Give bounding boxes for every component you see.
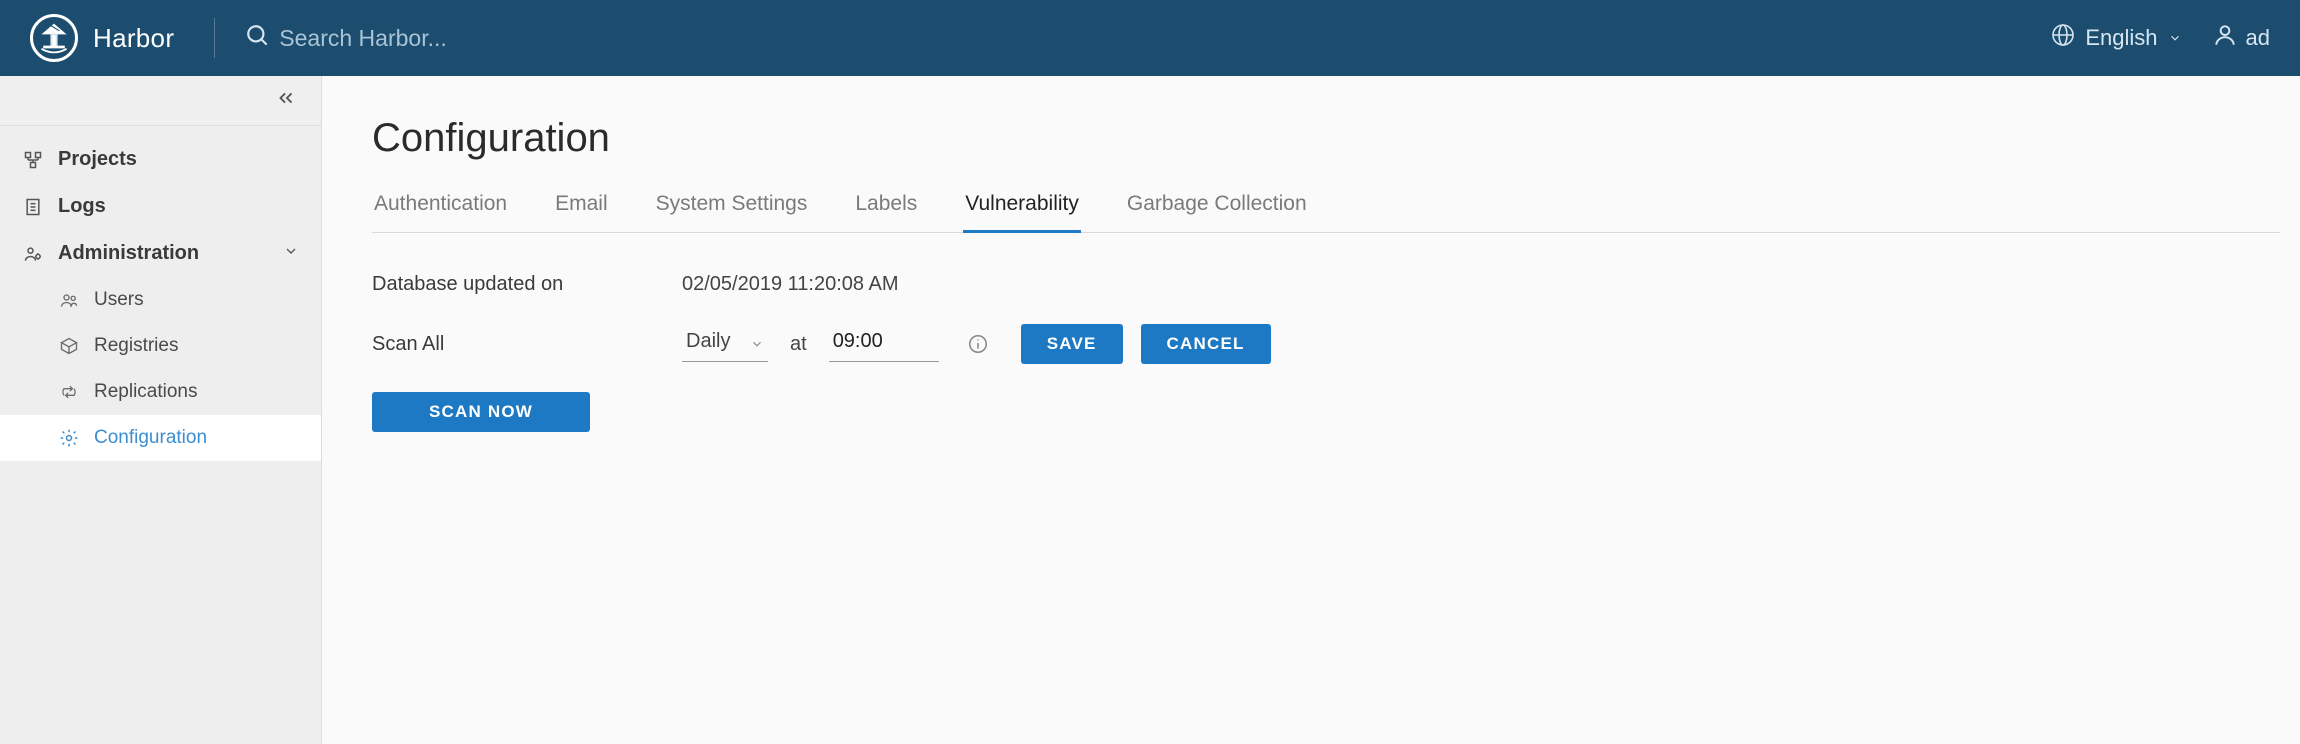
language-selector[interactable]: English <box>2051 23 2181 53</box>
globe-icon <box>2051 23 2075 53</box>
save-button[interactable]: SAVE <box>1021 324 1123 364</box>
sidebar-item-label: Administration <box>58 242 199 265</box>
tab-authentication[interactable]: Authentication <box>372 186 509 232</box>
double-chevron-left-icon <box>275 87 297 114</box>
tab-labels[interactable]: Labels <box>853 186 919 232</box>
info-icon[interactable] <box>967 333 989 355</box>
app-header: Harbor English ad <box>0 0 2300 76</box>
sidebar: Projects Logs Administration <box>0 76 322 744</box>
header-separator <box>214 18 215 58</box>
db-updated-label: Database updated on <box>372 273 682 296</box>
sidebar-item-users[interactable]: Users <box>0 277 321 323</box>
user-icon <box>2212 22 2238 54</box>
chevron-down-icon <box>2168 25 2182 51</box>
sidebar-item-label: Configuration <box>94 427 207 449</box>
tab-system-settings[interactable]: System Settings <box>654 186 810 232</box>
sidebar-item-label: Logs <box>58 195 106 218</box>
search-input[interactable] <box>279 25 779 52</box>
frequency-select[interactable] <box>682 326 768 362</box>
user-label: ad <box>2246 25 2270 51</box>
db-updated-row: Database updated on 02/05/2019 11:20:08 … <box>372 273 2300 296</box>
db-updated-value: 02/05/2019 11:20:08 AM <box>682 273 898 296</box>
tab-email[interactable]: Email <box>553 186 610 232</box>
scan-all-row: Scan All at <box>372 324 2300 364</box>
config-tabs: Authentication Email System Settings Lab… <box>372 186 2280 233</box>
sidebar-item-configuration[interactable]: Configuration <box>0 415 321 461</box>
language-label: English <box>2085 25 2157 51</box>
brand-name: Harbor <box>93 23 174 54</box>
registries-icon <box>58 336 80 356</box>
cancel-button[interactable]: CANCEL <box>1141 324 1271 364</box>
replications-icon <box>58 382 80 402</box>
sidebar-item-label: Replications <box>94 381 198 403</box>
sidebar-item-label: Users <box>94 289 144 311</box>
sidebar-item-label: Projects <box>58 148 137 171</box>
sidebar-item-registries[interactable]: Registries <box>0 323 321 369</box>
sidebar-collapse-toggle[interactable] <box>0 76 321 126</box>
gear-icon <box>58 428 80 448</box>
search-icon <box>245 23 271 54</box>
administration-icon <box>22 244 44 264</box>
logs-icon <box>22 197 44 217</box>
time-input[interactable] <box>829 326 939 362</box>
user-menu[interactable]: ad <box>2212 22 2270 54</box>
users-icon <box>58 290 80 310</box>
scan-all-label: Scan All <box>372 333 682 356</box>
page-title: Configuration <box>372 116 2300 161</box>
tab-vulnerability[interactable]: Vulnerability <box>963 186 1081 233</box>
scan-now-button[interactable]: SCAN NOW <box>372 392 590 432</box>
sidebar-item-logs[interactable]: Logs <box>0 183 321 230</box>
sidebar-item-replications[interactable]: Replications <box>0 369 321 415</box>
projects-icon <box>22 150 44 170</box>
sidebar-item-label: Registries <box>94 335 178 357</box>
chevron-down-icon <box>283 242 299 265</box>
tab-garbage-collection[interactable]: Garbage Collection <box>1125 186 1309 232</box>
harbor-logo-icon <box>30 14 78 62</box>
sidebar-item-projects[interactable]: Projects <box>0 136 321 183</box>
global-search[interactable] <box>245 23 1148 54</box>
brand-block[interactable]: Harbor <box>30 14 174 62</box>
at-label: at <box>790 333 807 356</box>
main-content: Configuration Authentication Email Syste… <box>322 76 2300 744</box>
sidebar-item-administration[interactable]: Administration <box>0 230 321 277</box>
